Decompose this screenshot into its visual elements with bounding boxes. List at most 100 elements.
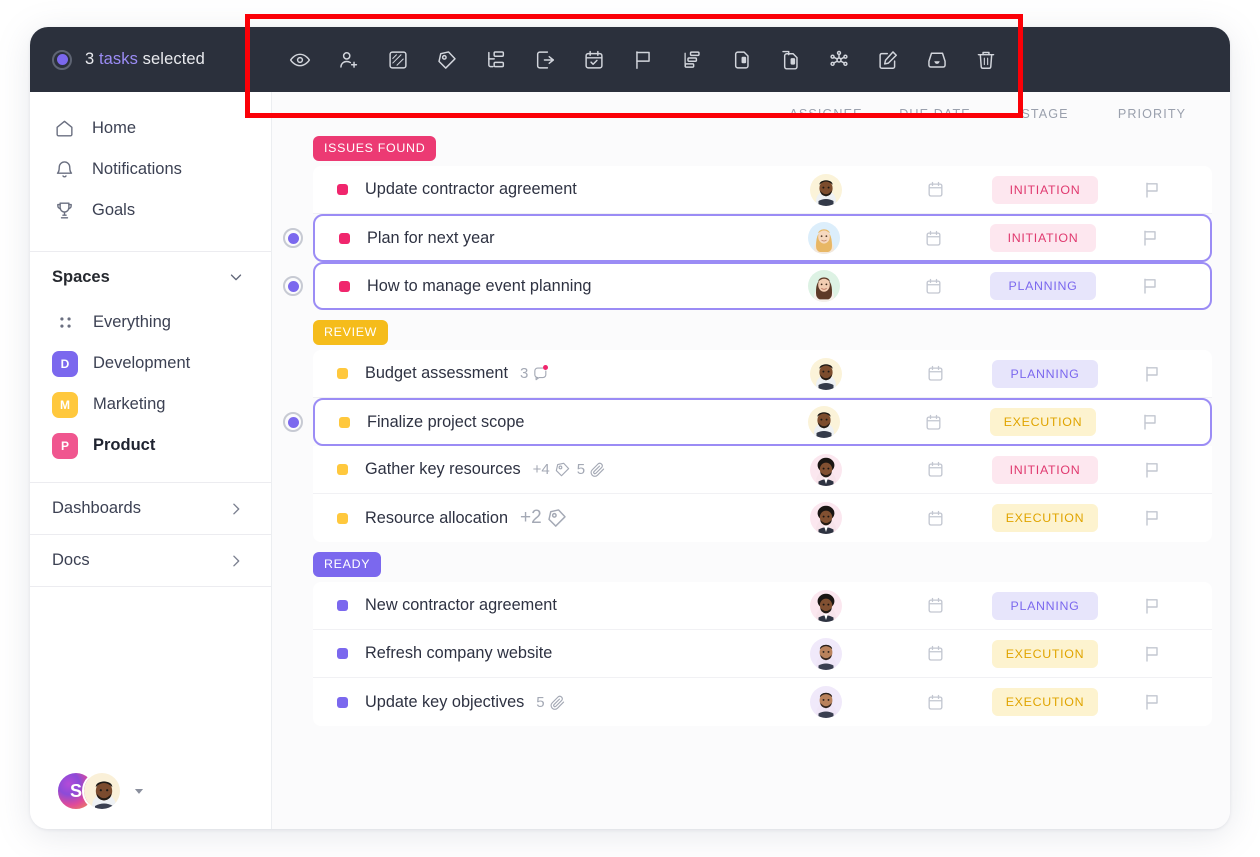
task-row[interactable]: How to manage event planning PLANNING [283,262,1212,310]
chevron-down-icon[interactable] [227,268,245,286]
status-icon[interactable] [384,46,412,74]
task-status-bullet[interactable] [337,600,348,611]
status-badge[interactable]: INITIATION [992,175,1098,204]
row-select-radio[interactable] [283,228,303,248]
task-assignee[interactable] [770,222,878,254]
avatar[interactable] [810,357,842,390]
copy-icon[interactable] [776,46,804,74]
group-status-tag[interactable]: READY [313,552,382,577]
spaces-section-header[interactable]: Spaces [30,252,271,302]
sidebar-item-goals[interactable]: Goals [30,190,271,231]
avatar[interactable] [810,453,842,486]
task-priority[interactable] [1098,276,1202,296]
task-priority[interactable] [1098,228,1202,248]
row-select-radio[interactable] [283,412,303,432]
task-due-date[interactable] [880,364,990,383]
sidebar-item-docs[interactable]: Docs [30,535,271,586]
task-status-bullet[interactable] [337,464,348,475]
task-due-date[interactable] [878,229,988,248]
sidebar-item-product[interactable]: P Product [30,425,271,466]
status-badge[interactable]: EXECUTION [990,408,1096,436]
sidebar-item-dashboards[interactable]: Dashboards [30,483,271,534]
status-badge[interactable]: PLANNING [990,272,1096,300]
user-dock[interactable]: S [30,753,272,829]
status-badge[interactable]: PLANNING [992,591,1098,620]
flag-icon[interactable] [629,46,657,74]
task-due-date[interactable] [880,509,990,528]
task-row[interactable]: Plan for next year INITIATION [283,214,1212,262]
task-due-date[interactable] [880,644,990,663]
avatar[interactable] [808,270,840,302]
task-assignee[interactable] [772,589,880,622]
task-assignee[interactable] [772,453,880,486]
avatar[interactable] [810,637,842,670]
group-status-tag[interactable]: ISSUES FOUND [313,136,437,161]
status-badge[interactable]: INITIATION [992,455,1098,484]
assign-user-icon[interactable] [335,46,363,74]
task-priority[interactable] [1100,596,1204,616]
task-priority[interactable] [1100,364,1204,384]
tag-icon[interactable] [433,46,461,74]
task-meta-item[interactable]: 5 [536,694,565,711]
status-badge[interactable]: EXECUTION [992,639,1098,668]
task-meta-item[interactable]: 5 [577,461,606,478]
task-row[interactable]: New contractor agreement PLANNING [313,582,1212,630]
task-stage[interactable]: PLANNING [990,591,1100,620]
status-badge[interactable]: INITIATION [990,224,1096,252]
sidebar-item-everything[interactable]: Everything [30,302,271,343]
task-priority[interactable] [1100,508,1204,528]
task-priority[interactable] [1100,460,1204,480]
task-meta-item[interactable]: 3 [520,365,549,382]
task-stage[interactable]: INITIATION [990,455,1100,484]
task-due-date[interactable] [880,596,990,615]
avatar[interactable] [810,502,842,534]
task-status-bullet[interactable] [337,512,348,524]
task-status-bullet[interactable] [337,696,348,708]
task-meta-item[interactable]: +2 [520,507,568,529]
row-select-radio[interactable] [283,276,303,296]
task-status-bullet[interactable] [337,368,348,379]
avatar[interactable] [82,771,122,811]
sidebar-item-development[interactable]: D Development [30,343,271,384]
task-status-bullet[interactable] [337,648,348,659]
task-priority[interactable] [1100,644,1204,664]
dependency-icon[interactable] [678,46,706,74]
task-row[interactable]: Budget assessment 3 PLANNING [313,350,1212,398]
task-stage[interactable]: EXECUTION [990,688,1100,716]
task-row[interactable]: Update key objectives 5 EXECUTION [313,678,1212,726]
task-due-date[interactable] [880,460,990,479]
task-due-date[interactable] [880,693,990,712]
task-row[interactable]: Refresh company website EXECUTION [313,630,1212,678]
task-due-date[interactable] [878,413,988,432]
avatar[interactable] [808,222,840,254]
sidebar-item-marketing[interactable]: M Marketing [30,384,271,425]
avatar[interactable] [810,173,842,206]
group-status-tag[interactable]: REVIEW [313,320,389,345]
archive-icon[interactable] [923,46,951,74]
task-row[interactable]: Update contractor agreement INITIATION [313,166,1212,214]
selection-radio-icon[interactable] [52,49,72,70]
duplicate-icon[interactable] [727,46,755,74]
task-stage[interactable]: PLANNING [988,272,1098,300]
watch-icon[interactable] [286,46,314,74]
status-badge[interactable]: EXECUTION [992,688,1098,716]
task-stage[interactable]: EXECUTION [990,639,1100,668]
task-stage[interactable]: INITIATION [990,175,1100,204]
task-priority[interactable] [1100,692,1204,712]
subtask-icon[interactable] [482,46,510,74]
task-row[interactable]: Gather key resources +4 5 INITIATION [313,446,1212,494]
move-icon[interactable] [531,46,559,74]
task-status-bullet[interactable] [339,232,350,244]
status-badge[interactable]: EXECUTION [992,504,1098,532]
task-assignee[interactable] [770,270,878,302]
sidebar-item-home[interactable]: Home [30,108,271,149]
task-assignee[interactable] [770,406,878,438]
merge-icon[interactable] [825,46,853,74]
task-assignee[interactable] [772,686,880,718]
edit-icon[interactable] [874,46,902,74]
chevron-down-icon[interactable] [132,784,146,798]
task-stage[interactable]: INITIATION [988,224,1098,252]
task-stage[interactable]: EXECUTION [988,408,1098,436]
task-assignee[interactable] [772,637,880,670]
avatar[interactable] [808,406,840,438]
